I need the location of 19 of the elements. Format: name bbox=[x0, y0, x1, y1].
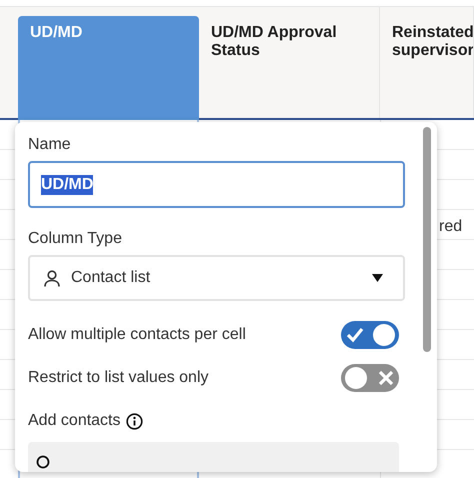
info-icon[interactable] bbox=[126, 412, 142, 430]
toggle-switch[interactable] bbox=[341, 364, 399, 392]
name-input-field[interactable]: UD/MD bbox=[28, 161, 405, 208]
close-icon bbox=[377, 369, 395, 387]
column-header[interactable]: UD/MD Approval Status bbox=[199, 7, 380, 118]
person-icon bbox=[44, 270, 60, 286]
search-icon bbox=[36, 455, 52, 471]
field-label: Add contacts bbox=[28, 411, 120, 431]
field-label: Column Type bbox=[28, 230, 123, 248]
column-type-dropdown[interactable]: Contact list bbox=[28, 255, 405, 301]
table-cell-text: red bbox=[439, 217, 462, 237]
toggle-label: Restrict to list values only bbox=[28, 368, 209, 388]
field-label: Name bbox=[28, 136, 72, 154]
caret-icon bbox=[372, 274, 383, 282]
toggle-switch[interactable] bbox=[341, 321, 399, 349]
check-icon bbox=[345, 325, 365, 345]
toggle-label: Allow multiple contacts per cell bbox=[28, 325, 246, 345]
contacts-search-field[interactable] bbox=[28, 442, 399, 472]
scrollbar[interactable] bbox=[423, 127, 431, 352]
